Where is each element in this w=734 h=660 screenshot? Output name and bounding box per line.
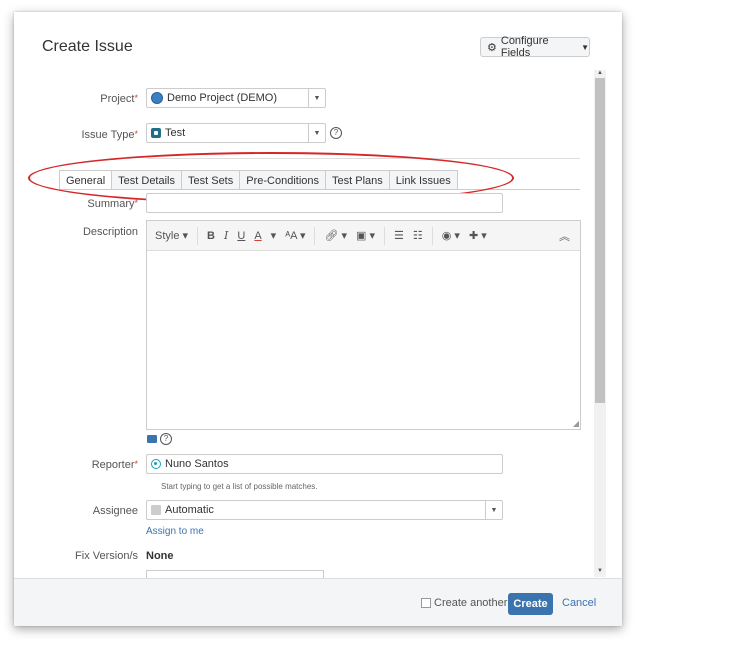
italic-button[interactable]: I (224, 229, 228, 242)
editor-toolbar: Style ▾ B I U A ▾ ᴬA ▾ 🔗︎ ▾ ▣ ▾ ☰ ☷ ◉ ▾ … (147, 221, 580, 251)
toolbar-separator (197, 226, 199, 245)
assignee-label: Assignee (92, 505, 138, 517)
tabs-underline (59, 189, 580, 190)
description-editor[interactable]: Style ▾ B I U A ▾ ᴬA ▾ 🔗︎ ▾ ▣ ▾ ☰ ☷ ◉ ▾ … (146, 220, 581, 430)
project-select[interactable]: Demo Project (DEMO) ▼ (146, 88, 326, 108)
collapse-toolbar-icon[interactable]: ︽ (559, 228, 570, 244)
numbered-list-icon[interactable]: ☷ (413, 229, 423, 242)
test-issue-type-icon (151, 128, 161, 138)
summary-input[interactable] (146, 193, 503, 213)
fix-versions-value: None (146, 550, 174, 562)
reporter-label: Reporter* (91, 459, 138, 471)
description-label: Description (82, 226, 138, 238)
dialog-header: Create Issue ⚙ Configure Fields ▼ (14, 12, 622, 82)
resize-handle-icon[interactable]: ◢ (573, 419, 579, 428)
tab-link-issues[interactable]: Link Issues (388, 170, 458, 190)
configure-fields-label: Configure Fields (500, 35, 549, 59)
text-size-icon[interactable]: ᴬA ▾ (285, 229, 305, 242)
summary-label: Summary* (87, 198, 138, 210)
chevron-down-icon: ▼ (308, 124, 325, 142)
style-dropdown[interactable]: Style ▾ (155, 229, 188, 242)
help-icon[interactable]: ? (330, 127, 342, 139)
text-color-button[interactable]: A (254, 230, 261, 242)
scroll-up-icon[interactable]: ▲ (597, 70, 603, 76)
project-avatar-icon (151, 92, 163, 104)
folder-icon[interactable] (147, 435, 157, 443)
bullet-list-icon[interactable]: ☰ (394, 229, 404, 242)
project-label: Project* (100, 93, 138, 105)
issue-type-select[interactable]: Test ▼ (146, 123, 326, 143)
chevron-down-icon[interactable]: ▾ (271, 229, 277, 242)
toolbar-separator (384, 226, 386, 245)
create-button[interactable]: Create (508, 593, 553, 615)
bold-button[interactable]: B (207, 230, 215, 242)
issue-type-label: Issue Type* (81, 129, 138, 141)
tab-test-plans[interactable]: Test Plans (325, 170, 390, 190)
tab-pre-conditions[interactable]: Pre-Conditions (239, 170, 327, 190)
toolbar-separator (431, 226, 433, 245)
create-another-option[interactable]: Create another (421, 597, 507, 609)
insert-more-icon[interactable]: ✚ ▾ (469, 229, 487, 242)
emoticon-icon[interactable]: ◉ ▾ (442, 229, 460, 242)
chevron-down-icon: ▼ (308, 89, 325, 107)
reporter-input[interactable]: Nuno Santos (146, 454, 503, 474)
user-avatar-icon (151, 459, 161, 469)
create-another-checkbox[interactable] (421, 598, 431, 608)
chevron-down-icon: ▼ (581, 42, 589, 52)
project-value: Demo Project (DEMO) (167, 92, 278, 104)
cancel-link[interactable]: Cancel (562, 597, 596, 609)
gear-icon: ⚙ (487, 41, 497, 54)
assignee-value: Automatic (165, 504, 214, 516)
toolbar-separator (314, 226, 316, 245)
attachment-icon[interactable]: ▣ ▾ (356, 229, 375, 242)
link-icon[interactable]: 🔗︎ ▾ (324, 229, 347, 242)
chevron-down-icon: ▼ (485, 501, 502, 519)
configure-fields-button[interactable]: ⚙ Configure Fields ▼ (480, 35, 590, 59)
divider (147, 158, 580, 159)
assign-to-me-link[interactable]: Assign to me (146, 526, 204, 537)
fix-versions-label: Fix Version/s (75, 550, 138, 562)
tab-test-sets[interactable]: Test Sets (181, 170, 241, 190)
dialog-footer: Create another Create Cancel (14, 578, 622, 626)
underline-button[interactable]: U (237, 230, 245, 242)
automatic-avatar-icon (151, 505, 161, 515)
editor-footer-icons: ? (147, 433, 172, 445)
reporter-hint: Start typing to get a list of possible m… (161, 482, 318, 491)
reporter-value: Nuno Santos (165, 458, 229, 470)
scroll-down-icon[interactable]: ▼ (597, 568, 603, 574)
issue-type-value: Test (165, 127, 186, 139)
create-another-label: Create another (434, 597, 508, 609)
field-tabs: General Test Details Test Sets Pre-Condi… (59, 170, 458, 190)
tab-test-details[interactable]: Test Details (111, 170, 182, 190)
assignee-select[interactable]: Automatic ▼ (146, 500, 503, 520)
create-issue-dialog: Create Issue ⚙ Configure Fields ▼ ▲ ▼ Pr… (14, 12, 622, 626)
help-icon[interactable]: ? (160, 433, 172, 445)
scrollbar-thumb[interactable] (595, 78, 605, 403)
dialog-title: Create Issue (42, 38, 133, 55)
tab-general[interactable]: General (59, 170, 113, 190)
